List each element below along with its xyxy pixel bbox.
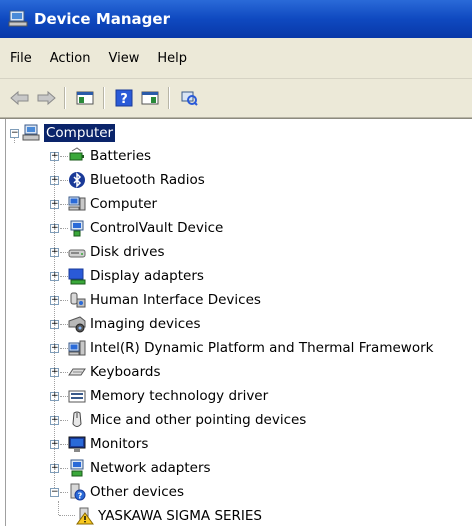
warning-device-icon [76,507,94,525]
scan-hardware-icon [181,91,198,106]
computer-root-icon [22,124,40,141]
properties-button[interactable] [138,86,162,110]
scan-hardware-button[interactable] [177,86,201,110]
tree-guide [60,420,68,422]
tree-item-display-adapters[interactable]: Display adapters [68,265,204,287]
tree-item-label: Batteries [90,148,152,164]
tree-item-yaskawa[interactable]: YASKAWA SIGMA SERIES [76,505,262,526]
tree-item-mice-and-other-pointing-devices[interactable]: Mice and other pointing devices [68,409,306,431]
tree-root-label: Computer [44,124,116,142]
forward-arrow-icon [37,90,56,106]
tree-item-label: Keyboards [90,364,161,380]
back-button[interactable] [8,86,32,110]
tree-guide [60,492,68,494]
back-arrow-icon [10,90,29,106]
tree-item-label: Monitors [90,436,149,452]
tree-guide [60,276,68,278]
tree-guide [58,501,60,515]
tree-guide [60,228,68,230]
tree-guide [60,396,68,398]
tree-item-label: Bluetooth Radios [90,172,205,188]
unknown-device-icon: ? [70,483,86,501]
hid-icon [70,292,86,308]
tree-item-batteries[interactable]: Batteries [68,145,151,167]
tree-item-label: Human Interface Devices [90,292,261,308]
tree-item-label: Network adapters [90,460,211,476]
console-tree-icon [76,91,94,105]
toolbar-separator [64,87,65,109]
tree-guide [60,156,68,158]
title-bar: Device Manager [0,0,472,38]
menu-view[interactable]: View [100,51,147,66]
tree-item-label: Display adapters [90,268,204,284]
properties-icon [141,91,159,105]
battery-icon [69,147,84,161]
controlvault-icon [70,220,84,237]
tree-guide [60,444,68,446]
tree-root-computer[interactable]: − Computer [10,122,116,144]
tree-item-monitors[interactable]: Monitors [68,433,148,455]
forward-button[interactable] [34,86,58,110]
intel-icon [68,340,86,356]
computer-icon [68,196,86,211]
tree-guide [60,180,68,182]
menu-action[interactable]: Action [42,51,99,66]
collapse-icon[interactable]: − [50,488,59,497]
tree-item-bluetooth-radios[interactable]: Bluetooth Radios [68,169,205,191]
tree-item-intel-r-dynamic-platform-and-thermal-framework[interactable]: Intel(R) Dynamic Platform and Thermal Fr… [68,337,433,359]
tree-border [5,119,6,526]
toolbar: ? [0,79,472,118]
menu-file[interactable]: File [2,51,40,66]
tree-item-controlvault-device[interactable]: ControlVault Device [68,217,223,239]
tree-guide [60,204,68,206]
keyboard-icon [68,368,86,376]
tree-guide [60,252,68,254]
tree-item-human-interface-devices[interactable]: Human Interface Devices [68,289,261,311]
tree-guide [60,300,68,302]
toolbar-separator [168,87,169,109]
menu-help[interactable]: Help [149,51,195,66]
tree-item-label: Imaging devices [90,316,201,332]
help-button[interactable]: ? [112,86,136,110]
window-title: Device Manager [34,10,170,28]
tree-guide [60,468,68,470]
menu-bar: File Action View Help [0,38,472,79]
tree-item-label: Memory technology driver [90,388,269,404]
network-icon [70,459,84,477]
device-manager-icon [8,10,28,27]
display-adapter-icon [68,268,86,285]
monitor-icon [68,436,86,452]
toolbar-separator [103,87,104,109]
memory-icon [68,390,86,403]
svg-text:?: ? [78,492,83,501]
tree-item-memory-technology-driver[interactable]: Memory technology driver [68,385,268,407]
tree-guide [60,324,68,326]
bluetooth-icon [69,172,85,188]
mouse-icon [72,411,82,427]
camera-icon [68,316,86,333]
help-icon: ? [115,89,133,107]
tree-item-label: YASKAWA SIGMA SERIES [98,508,262,524]
tree-item-label: Disk drives [90,244,165,260]
tree-item-label: Mice and other pointing devices [90,412,307,428]
tree-item-label: Computer [90,196,158,212]
tree-guide [60,372,68,374]
tree-item-label: Intel(R) Dynamic Platform and Thermal Fr… [90,340,434,356]
show-hide-console-tree-button[interactable] [73,86,97,110]
tree-item-label: Other devices [90,484,184,500]
tree-item-label: ControlVault Device [90,220,224,236]
tree-item-disk-drives[interactable]: Disk drives [68,241,165,263]
svg-text:?: ? [120,92,128,107]
collapse-icon[interactable]: − [10,128,19,138]
tree-item-network-adapters[interactable]: Network adapters [68,457,211,479]
tree-item-imaging-devices[interactable]: Imaging devices [68,313,201,335]
tree-item-computer[interactable]: Computer [68,193,157,215]
tree-guide [59,515,75,517]
tree-item-keyboards[interactable]: Keyboards [68,361,161,383]
tree-item-other-devices[interactable]: ? Other devices [68,481,184,503]
disk-drive-icon [68,249,86,258]
tree-guide [60,348,68,350]
device-tree: − Computer + Batteries + Bluetooth Radios + C… [0,118,472,526]
